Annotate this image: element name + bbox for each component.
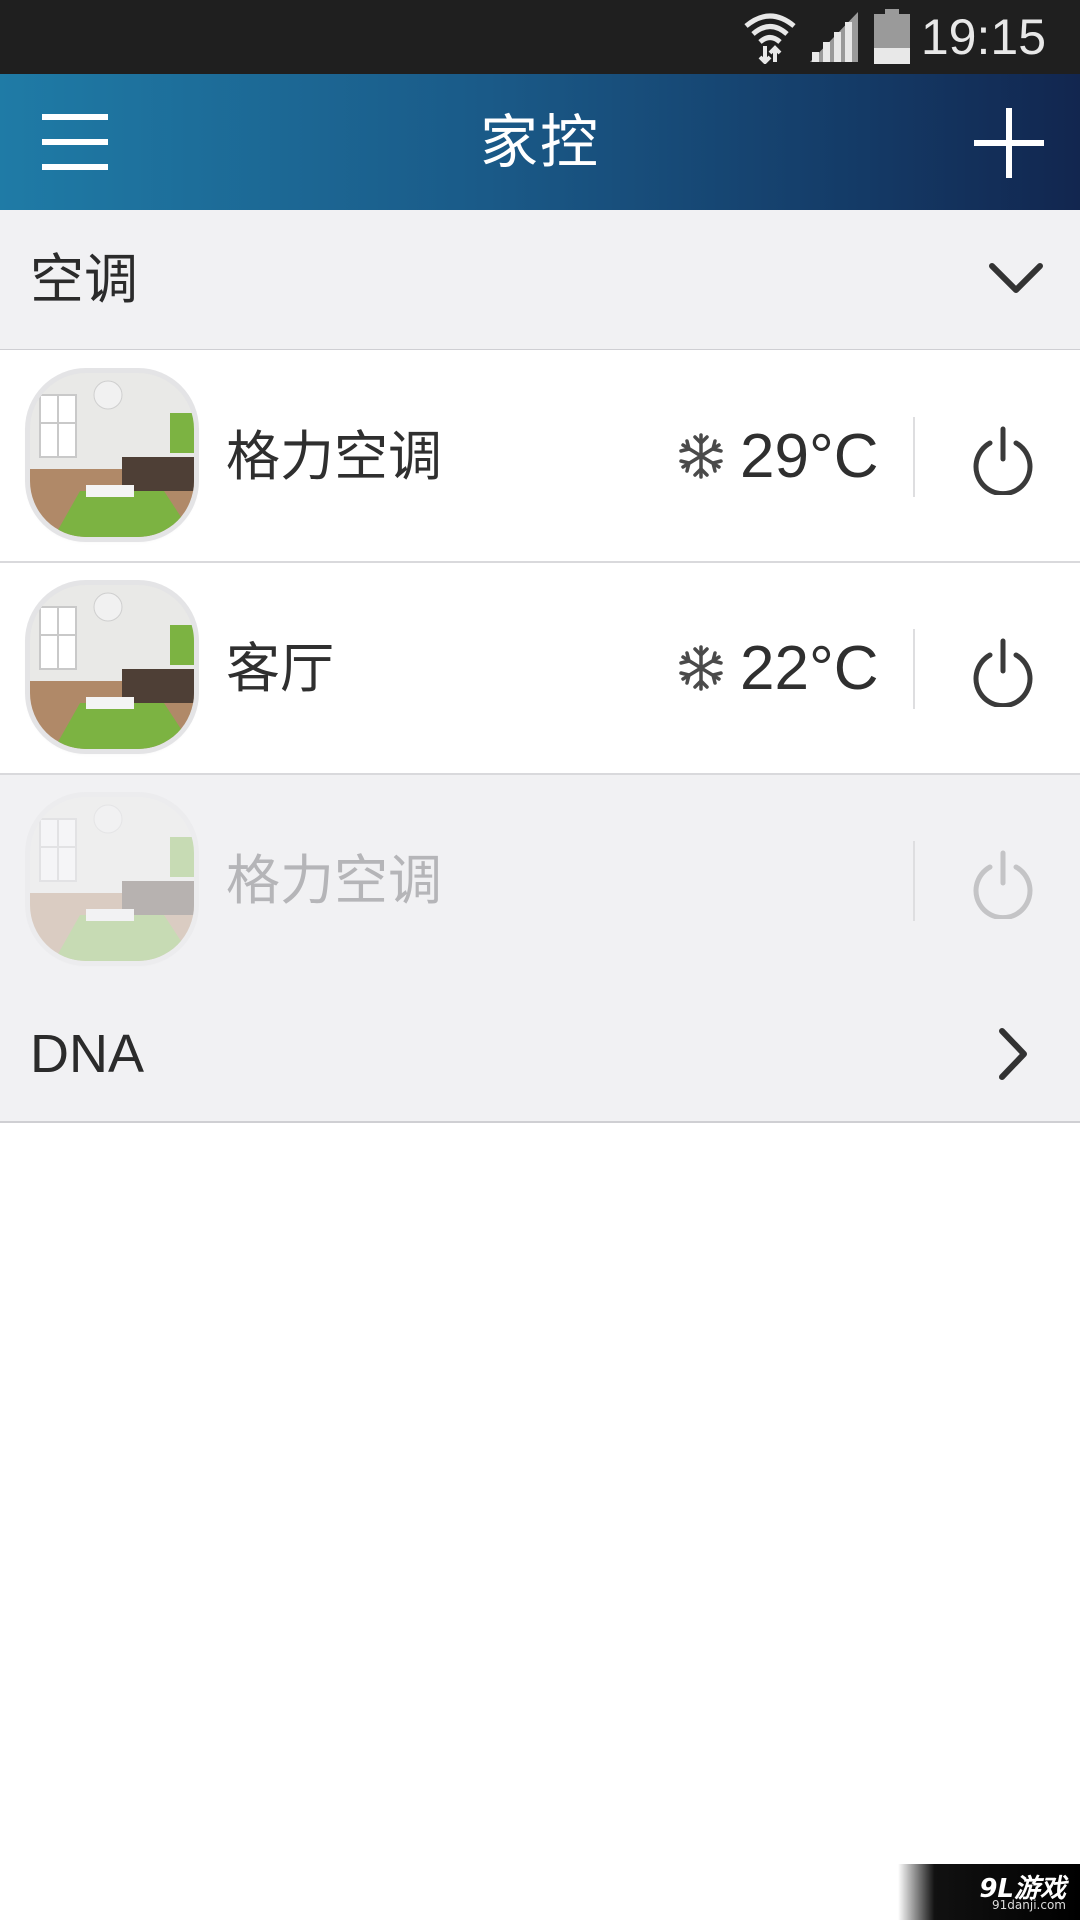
group-label: 空调 xyxy=(30,248,138,311)
device-name: 客厅 xyxy=(226,637,334,700)
plus-icon[interactable] xyxy=(968,102,1050,184)
cell-signal-icon xyxy=(810,12,858,62)
group-header-aircon[interactable]: 空调 xyxy=(0,210,1080,350)
device-row[interactable]: 格力空调 29°C xyxy=(0,351,1080,563)
page-title: 家控 xyxy=(479,108,600,176)
room-thumbnail xyxy=(30,373,194,537)
group-row-dna[interactable]: DNA xyxy=(0,985,1080,1123)
temperature-readout: 29°C xyxy=(740,422,879,491)
row-divider xyxy=(913,629,915,709)
chevron-right-icon xyxy=(999,1028,1027,1080)
snowflake-icon xyxy=(679,645,723,691)
power-icon[interactable] xyxy=(970,849,1036,919)
power-icon[interactable] xyxy=(970,425,1036,495)
watermark-logo: 9L游戏 91danji.com xyxy=(898,1864,1080,1920)
wifi-icon xyxy=(744,13,796,64)
device-row[interactable]: 客厅 22°C xyxy=(0,563,1080,775)
row-divider xyxy=(913,841,915,921)
row-divider xyxy=(913,417,915,497)
power-icon[interactable] xyxy=(970,637,1036,707)
group-label: DNA xyxy=(30,1024,145,1084)
chevron-down-icon xyxy=(989,263,1043,293)
app-header: 家控 xyxy=(0,74,1080,210)
menu-icon[interactable] xyxy=(32,104,118,180)
room-thumbnail xyxy=(30,585,194,749)
battery-icon xyxy=(874,9,910,64)
device-name: 格力空调 xyxy=(226,425,442,488)
app-screen: 19:15 家控 空调 格力空调 29°C 客厅 22°C 格力空调 DNA 9… xyxy=(0,0,1080,1920)
temperature-readout: 22°C xyxy=(740,634,879,703)
room-thumbnail xyxy=(30,797,194,961)
device-row-offline[interactable]: 格力空调 xyxy=(0,775,1080,987)
watermark-url: 91danji.com xyxy=(992,1898,1066,1912)
status-bar: 19:15 xyxy=(0,0,1080,74)
status-time: 19:15 xyxy=(920,9,1046,65)
device-name: 格力空调 xyxy=(226,849,442,912)
snowflake-icon xyxy=(679,433,723,479)
